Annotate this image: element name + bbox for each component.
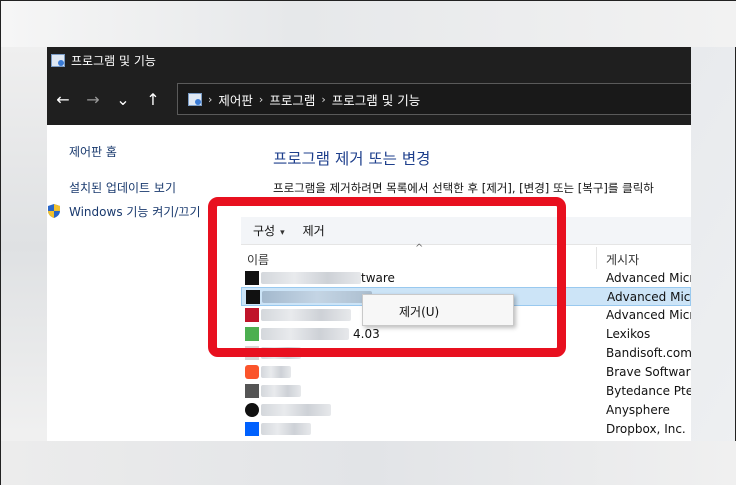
publisher-cell: Brave Software [606,365,691,379]
title-bar: 프로그램 및 기능 [47,47,691,73]
window-title: 프로그램 및 기능 [71,53,156,68]
windows-features-link[interactable]: Windows 기능 켜기/끄기 [69,203,200,220]
chevron-right-icon: › [208,92,213,106]
control-panel-icon [188,92,202,106]
forward-arrow-icon[interactable]: → [79,85,107,113]
publisher-cell: Advanced Micro [606,271,691,285]
page-description: 프로그램을 제거하려면 목록에서 선택한 후 [제거], [변경] 또는 [복구… [273,181,654,195]
table-row[interactable]: Bytedance Pte. L [241,382,691,401]
blurred-name [261,404,331,416]
address-bar: ← → ⌄ ↑ › 제어판 › 프로그램 › 프로그램 및 기능 [47,73,691,125]
publisher-cell: Lexikos [606,327,651,341]
background-blur [1,47,47,447]
breadcrumb-item[interactable]: 프로그램 [269,90,315,109]
breadcrumb-item[interactable]: 프로그램 및 기능 [332,90,420,109]
column-divider[interactable] [596,247,597,269]
table-row[interactable]: Brave Software [241,363,691,382]
publisher-cell: Advanced Micro [607,290,691,304]
publisher-cell: Bytedance Pte. L [606,384,691,398]
publisher-cell: Bandisoft.com [606,346,691,360]
chevron-right-icon: › [258,92,264,106]
recent-locations-icon[interactable]: ⌄ [109,85,137,113]
up-arrow-icon[interactable]: ↑ [139,85,167,113]
publisher-cell: Advanced Micro [606,308,691,322]
blurred-name [261,385,301,397]
background-blur [1,1,736,47]
blurred-name [261,423,311,435]
control-panel-icon [51,53,65,67]
column-header-publisher[interactable]: 게시자 [606,251,639,268]
table-row[interactable]: Dropbox, Inc. [241,420,691,439]
lion-icon [245,365,259,379]
cube-icon [245,403,259,417]
app-icon [245,384,259,398]
dropbox-icon [245,422,259,436]
publisher-cell: Dropbox, Inc. [606,422,686,436]
page-title: 프로그램 제거 또는 변경 [273,150,431,168]
shield-icon [48,204,60,218]
table-row[interactable]: Anysphere [241,401,691,420]
background-blur [1,441,736,485]
control-panel-home-link[interactable]: 제어판 홈 [69,143,117,160]
installed-updates-link[interactable]: 설치된 업데이트 보기 [69,179,176,196]
chevron-right-icon: › [321,92,326,106]
highlight-box [208,197,566,357]
breadcrumb[interactable]: › 제어판 › 프로그램 › 프로그램 및 기능 [177,83,691,115]
back-arrow-icon[interactable]: ← [49,85,77,113]
publisher-cell: Anysphere [606,403,670,417]
blurred-name [261,366,291,378]
breadcrumb-item[interactable]: 제어판 [218,90,253,109]
